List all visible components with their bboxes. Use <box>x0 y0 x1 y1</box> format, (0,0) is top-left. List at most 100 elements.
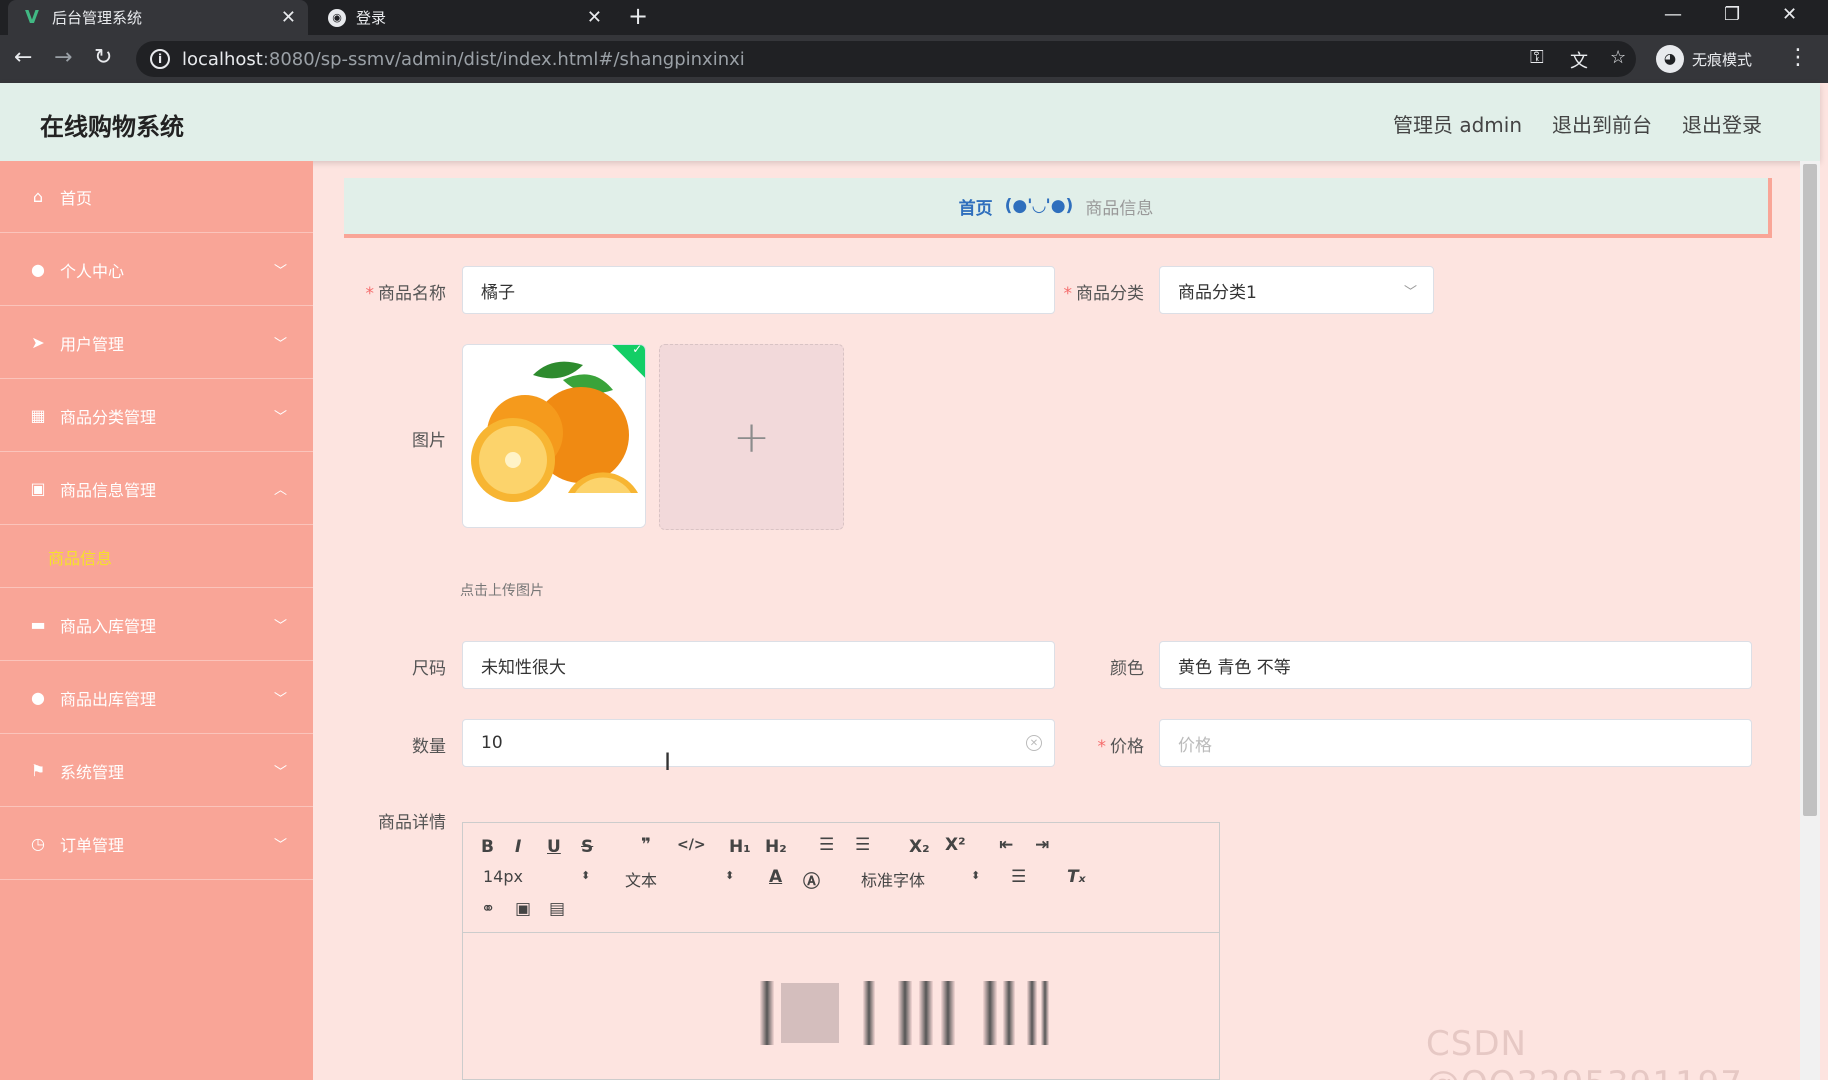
chevron-down-icon: ﹀ <box>273 765 287 780</box>
site-info-icon[interactable]: i <box>150 49 170 69</box>
outdent-icon[interactable]: ⇤ <box>999 835 1013 855</box>
browser-tab-active[interactable]: V 后台管理系统 ✕ <box>8 0 308 35</box>
window-close-icon[interactable]: ✕ <box>1782 4 1797 25</box>
rich-text-editor: B I U S ❞ </> H₁ H₂ ☰ ☰ X₂ X² ⇤ ⇥ 14px ⬍… <box>462 822 1220 1080</box>
italic-icon[interactable]: I <box>515 837 521 857</box>
chevron-down-icon: ﹀ <box>273 264 287 279</box>
video-icon[interactable]: ▤ <box>549 899 565 919</box>
sidebar-item-home[interactable]: ⌂ 首页 <box>0 161 313 233</box>
chevron-down-icon: ﹀ <box>273 410 287 425</box>
blockquote-icon[interactable]: ❞ <box>641 835 651 855</box>
chevron-down-icon: ﹀ <box>273 838 287 853</box>
more-menu-icon[interactable]: ⋮ <box>1787 45 1809 70</box>
link-icon[interactable]: ⚭ <box>481 899 495 919</box>
back-icon[interactable]: ← <box>14 45 32 70</box>
upload-tip: 点击上传图片 <box>460 583 544 599</box>
text-cursor-icon: I <box>664 748 672 776</box>
text-color-icon[interactable]: A <box>769 867 782 887</box>
sidebar-item-label: 商品入库管理 <box>60 616 157 636</box>
code-block-icon[interactable]: </> <box>677 837 706 853</box>
sidebar-item-categories[interactable]: ▦ 商品分类管理 ﹀ <box>0 380 313 452</box>
editor-content-area[interactable] <box>463 933 1219 1079</box>
scrollbar-thumb[interactable] <box>1803 164 1817 816</box>
sidebar-item-label: 订单管理 <box>60 835 125 855</box>
new-tab-icon[interactable]: + <box>628 2 648 30</box>
incognito-label: 无痕模式 <box>1692 50 1753 69</box>
url-path: :8080/sp-ssmv/admin/dist/index.html#/sha… <box>262 48 745 70</box>
breadcrumb-current: 商品信息 <box>1085 198 1154 219</box>
font-family-select[interactable]: 标准字体 ⬍ <box>861 867 981 891</box>
url-input[interactable]: i localhost :8080/sp-ssmv/admin/dist/ind… <box>136 41 1636 77</box>
browser-tab[interactable]: ◉ 登录 ✕ <box>314 0 614 35</box>
app-header: 在线购物系统 管理员 admin 退出到前台 退出登录 <box>0 83 1820 161</box>
name-label: * 商品名称 <box>365 284 447 304</box>
sidebar-item-orders[interactable]: ◷ 订单管理 ﹀ <box>0 808 313 880</box>
subscript-icon[interactable]: X₂ <box>909 837 930 857</box>
align-icon[interactable]: ☰ <box>1011 867 1026 887</box>
image-icon[interactable]: ▣ <box>515 899 531 919</box>
incognito-indicator[interactable]: ◕ 无痕模式 <box>1656 43 1752 75</box>
quantity-label: 数量 <box>412 737 446 757</box>
loading-blur-image <box>760 981 1049 1045</box>
header-links: 管理员 admin 退出到前台 退出登录 <box>1393 109 1762 138</box>
minimize-icon[interactable]: — <box>1664 4 1682 25</box>
paper-plane-icon: ➤ <box>31 333 45 352</box>
color-input[interactable]: 黄色 青色 不等 <box>1159 641 1752 689</box>
user-icon: ● <box>31 688 45 707</box>
superscript-icon[interactable]: X² <box>945 835 966 855</box>
chevron-up-icon: ︿ <box>273 483 287 498</box>
bullet-list-icon[interactable]: ☰ <box>855 835 870 855</box>
clear-format-icon[interactable]: Tₓ <box>1067 867 1086 887</box>
tab-close-icon[interactable]: ✕ <box>587 7 602 28</box>
category-select[interactable]: 商品分类1 ﹀ <box>1159 266 1434 314</box>
ticket-icon: ▬ <box>30 615 46 634</box>
grid-icon: ▦ <box>30 406 46 425</box>
sidebar-item-product-info[interactable]: ▣ 商品信息管理 ︿ <box>0 453 313 525</box>
background-color-icon[interactable]: Ⓐ <box>803 867 820 892</box>
exit-to-frontend-link[interactable]: 退出到前台 <box>1552 109 1652 138</box>
home-icon: ⌂ <box>32 187 44 206</box>
sidebar-subitem-product-info[interactable]: 商品信息 <box>0 526 313 588</box>
product-name-input[interactable]: 橘子 <box>462 266 1055 314</box>
logout-link[interactable]: 退出登录 <box>1682 109 1762 138</box>
font-size-select[interactable]: 14px ⬍ <box>483 867 593 886</box>
uploaded-image[interactable]: ✓ <box>462 344 646 528</box>
reload-icon[interactable]: ↻ <box>94 45 112 70</box>
star-icon[interactable]: ☆ <box>1610 47 1626 68</box>
quantity-input[interactable]: 10 ✕ <box>462 719 1055 767</box>
sidebar-item-stock-in[interactable]: ▬ 商品入库管理 ﹀ <box>0 589 313 661</box>
translate-icon[interactable]: 文 <box>1570 47 1588 73</box>
price-label: * 价格 <box>1097 737 1145 757</box>
sidebar-item-users[interactable]: ➤ 用户管理 ﹀ <box>0 307 313 379</box>
strikethrough-icon[interactable]: S <box>581 837 593 857</box>
sidebar-subitem-label: 商品信息 <box>48 548 113 568</box>
sidebar-item-label: 用户管理 <box>60 334 125 354</box>
sidebar-item-label: 系统管理 <box>60 762 125 782</box>
user-icon: ● <box>31 260 45 279</box>
vue-logo-icon: V <box>25 7 39 28</box>
sidebar-item-stock-out[interactable]: ● 商品出库管理 ﹀ <box>0 662 313 734</box>
color-label: 颜色 <box>1110 659 1144 679</box>
size-input[interactable]: 未知性很大 <box>462 641 1055 689</box>
upload-add-button[interactable]: + <box>659 344 844 530</box>
indent-icon[interactable]: ⇥ <box>1035 835 1049 855</box>
updown-arrow-icon: ⬍ <box>725 869 735 882</box>
tab-close-icon[interactable]: ✕ <box>281 7 296 28</box>
bold-icon[interactable]: B <box>481 837 494 857</box>
restore-icon[interactable]: ❐ <box>1724 4 1740 25</box>
underline-icon[interactable]: U <box>547 837 561 857</box>
forward-icon[interactable]: → <box>54 45 72 70</box>
incognito-icon: ◕ <box>1656 45 1684 73</box>
sidebar-item-profile[interactable]: ● 个人中心 ﹀ <box>0 234 313 306</box>
breadcrumb-separator: (●'◡'●) <box>1004 196 1074 216</box>
block-type-select[interactable]: 文本 ⬍ <box>625 867 735 891</box>
key-icon[interactable]: ⚿ <box>1530 47 1544 68</box>
breadcrumb-home-link[interactable]: 首页 <box>959 194 993 219</box>
updown-arrow-icon: ⬍ <box>971 869 981 882</box>
heading1-icon[interactable]: H₁ <box>729 837 751 857</box>
heading2-icon[interactable]: H₂ <box>765 837 787 857</box>
ordered-list-icon[interactable]: ☰ <box>819 835 834 855</box>
price-input[interactable]: 价格 <box>1159 719 1752 767</box>
sidebar-item-label: 首页 <box>60 188 93 208</box>
sidebar-item-system[interactable]: ⚑ 系统管理 ﹀ <box>0 735 313 807</box>
